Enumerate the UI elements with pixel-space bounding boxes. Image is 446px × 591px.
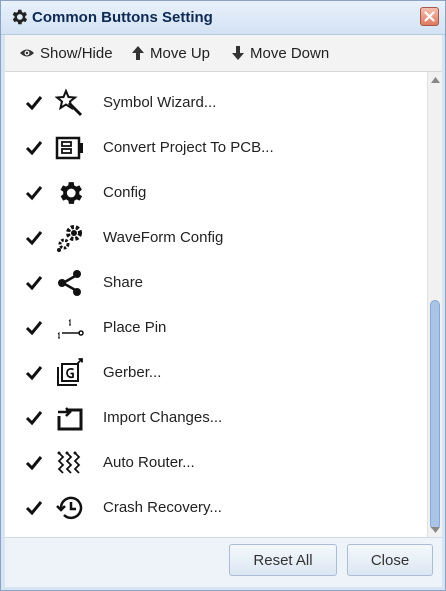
close-icon xyxy=(424,11,435,22)
import-icon xyxy=(57,407,83,431)
checkmark-icon[interactable] xyxy=(25,274,43,292)
list-item[interactable]: Convert Project To PCB... xyxy=(5,125,425,170)
checkmark-icon[interactable] xyxy=(25,94,43,112)
list-item[interactable]: Gerber... xyxy=(5,350,425,395)
reset-all-button[interactable]: Reset All xyxy=(229,544,337,576)
item-label: Config xyxy=(103,184,147,201)
title-bar[interactable]: Common Buttons Setting xyxy=(1,1,445,35)
list-item[interactable]: Place Pin xyxy=(5,305,425,350)
buttons-list[interactable]: Symbol Wizard... Convert Project To PCB.… xyxy=(5,72,442,537)
close-button[interactable]: Close xyxy=(347,544,433,576)
magic-wand-icon xyxy=(55,88,83,117)
pcb-convert-icon xyxy=(55,136,83,160)
checkmark-icon[interactable] xyxy=(25,409,43,427)
list-item[interactable]: Import Changes... xyxy=(5,395,425,440)
vertical-scrollbar[interactable] xyxy=(427,72,442,537)
move-down-button[interactable]: Move Down xyxy=(231,35,329,71)
scroll-thumb[interactable] xyxy=(430,300,440,530)
item-label: Crash Recovery... xyxy=(103,499,222,516)
move-up-button[interactable]: Move Up xyxy=(131,35,210,71)
list-item[interactable]: Auto Router... xyxy=(5,440,425,485)
arrow-up-icon xyxy=(132,46,144,60)
eye-icon xyxy=(20,49,34,57)
list-item[interactable]: Config xyxy=(5,170,425,215)
dialog-title: Common Buttons Setting xyxy=(32,9,213,26)
item-label: Import Changes... xyxy=(103,409,223,426)
checkmark-icon[interactable] xyxy=(25,364,43,382)
scroll-down-icon[interactable] xyxy=(431,527,440,533)
scroll-up-icon[interactable] xyxy=(431,77,440,83)
history-icon xyxy=(56,496,83,520)
close-window-button[interactable] xyxy=(420,7,439,26)
item-label: Gerber... xyxy=(103,364,162,381)
share-icon xyxy=(58,270,81,296)
checkmark-icon[interactable] xyxy=(25,229,43,247)
toolbar: Show/Hide Move Up Move Down xyxy=(5,35,442,72)
list-item[interactable]: WaveForm Config xyxy=(5,215,425,260)
list-item[interactable]: Crash Recovery... xyxy=(5,485,425,530)
show-hide-button[interactable]: Show/Hide xyxy=(19,35,113,71)
arrow-down-icon xyxy=(232,46,244,60)
item-label: WaveForm Config xyxy=(103,229,224,246)
item-label: Symbol Wizard... xyxy=(103,94,217,111)
common-buttons-dialog: Common Buttons Setting Show/Hide Move Up… xyxy=(0,0,446,591)
move-up-label: Move Up xyxy=(150,44,211,62)
move-down-label: Move Down xyxy=(250,44,330,62)
auto-router-icon xyxy=(57,451,81,474)
item-label: Auto Router... xyxy=(103,454,195,471)
item-label: Convert Project To PCB... xyxy=(103,139,274,156)
checkmark-icon[interactable] xyxy=(25,139,43,157)
show-hide-label: Show/Hide xyxy=(40,44,113,62)
item-label: Share xyxy=(103,274,144,291)
checkmark-icon[interactable] xyxy=(25,319,43,337)
list-item[interactable]: Share xyxy=(5,260,425,305)
gerber-icon xyxy=(57,358,83,386)
checkmark-icon[interactable] xyxy=(25,499,43,517)
gear-icon xyxy=(60,182,83,204)
checkmark-icon[interactable] xyxy=(25,454,43,472)
list-item[interactable]: Symbol Wizard... xyxy=(5,80,425,125)
dialog-footer: Reset All Close xyxy=(5,537,442,587)
pin-icon xyxy=(57,318,84,339)
checkmark-icon[interactable] xyxy=(25,184,43,202)
gear-icon xyxy=(12,9,28,25)
item-label: Place Pin xyxy=(103,319,167,336)
gears-icon xyxy=(57,225,82,252)
